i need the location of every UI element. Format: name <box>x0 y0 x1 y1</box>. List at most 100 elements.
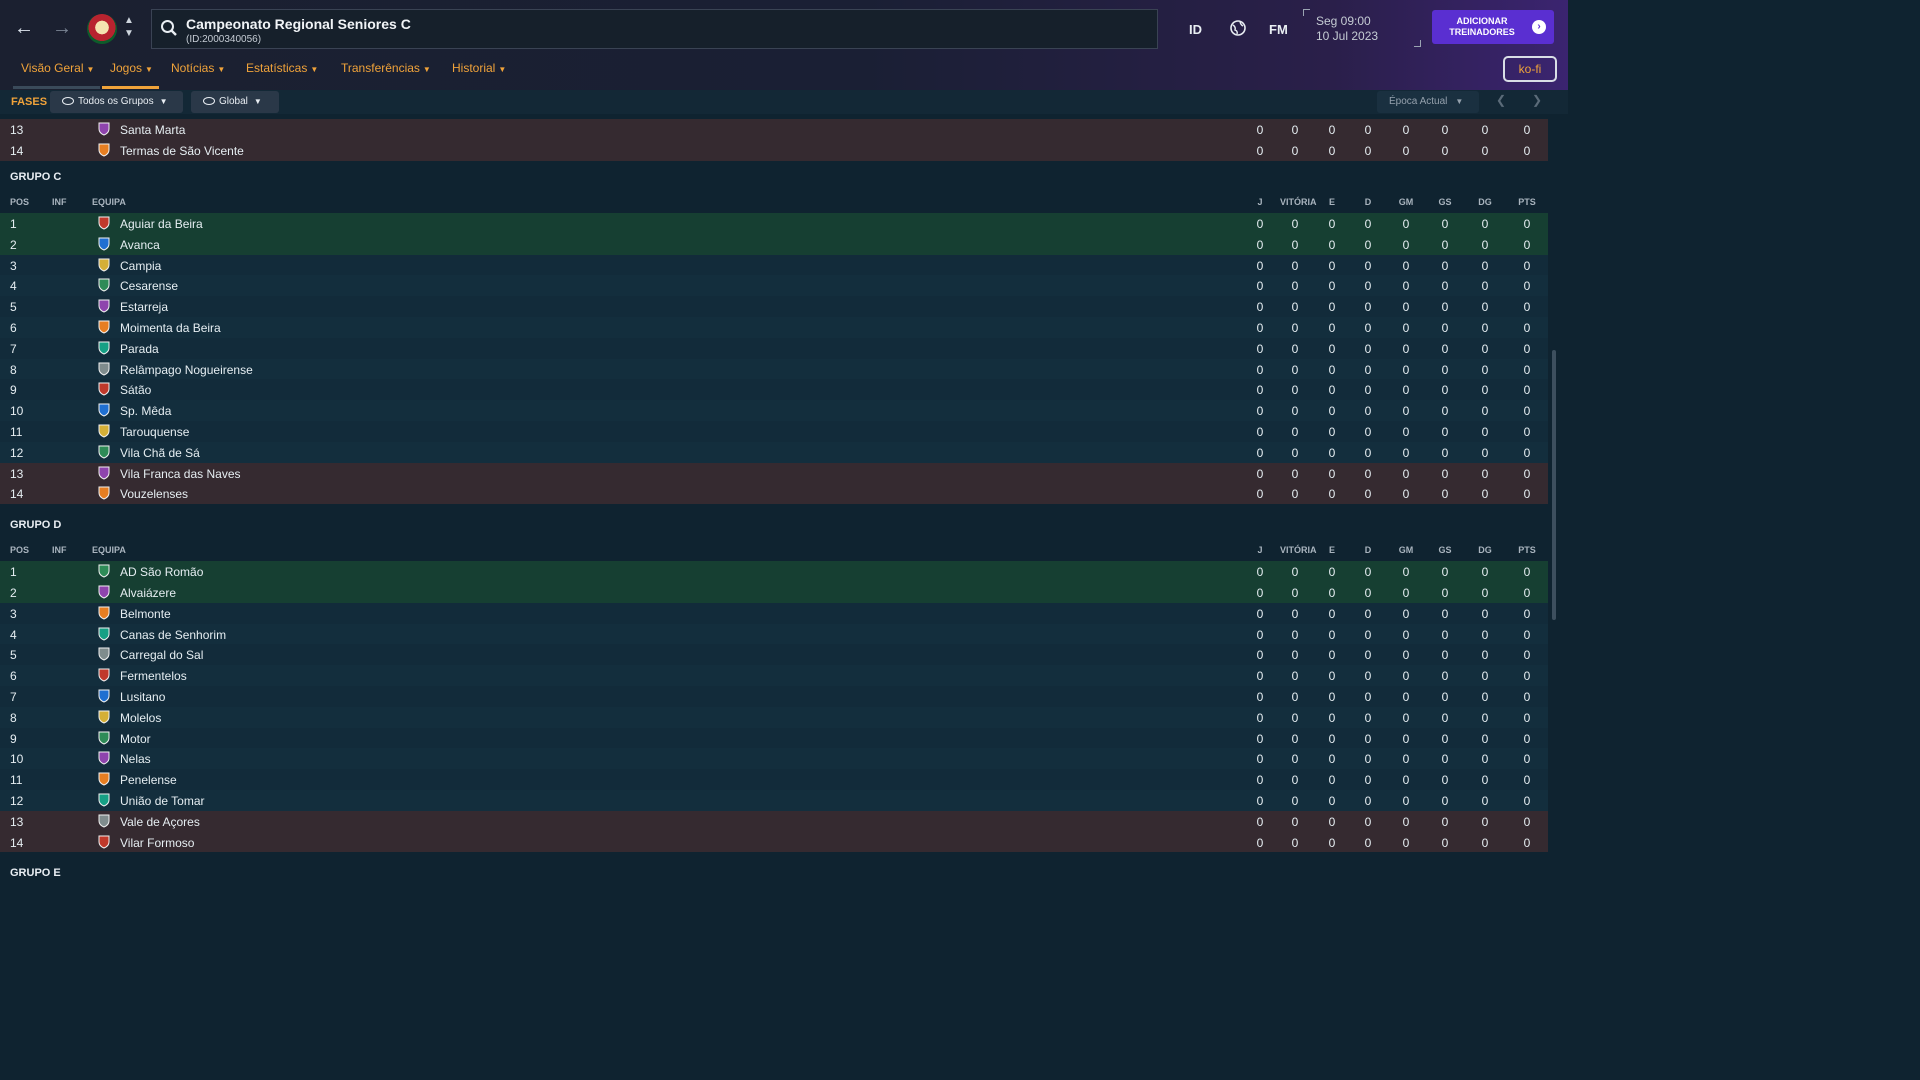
club-badge-icon[interactable] <box>97 606 111 620</box>
table-row[interactable]: 10 Nelas 0 0 0 0 0 0 0 0 <box>0 748 1548 770</box>
club-badge-icon[interactable] <box>97 772 111 786</box>
club-badge-icon[interactable] <box>97 486 111 500</box>
column-header[interactable]: J <box>1245 197 1275 207</box>
table-row[interactable]: 11 Tarouquense 0 0 0 0 0 0 0 0 <box>0 421 1548 442</box>
team-name[interactable]: Relâmpago Nogueirense <box>120 363 253 377</box>
column-header[interactable]: INF <box>52 545 67 555</box>
scope-filter-dropdown[interactable]: Global ▼ <box>191 91 279 113</box>
team-name[interactable]: Belmonte <box>120 607 171 621</box>
team-name[interactable]: Sp. Mêda <box>120 404 171 418</box>
club-badge-icon[interactable] <box>97 122 111 136</box>
table-row[interactable]: 14 Termas de São Vicente 0 0 0 0 0 0 0 0 <box>0 139 1548 161</box>
club-badge-icon[interactable] <box>97 445 111 459</box>
table-row[interactable]: 5 Carregal do Sal 0 0 0 0 0 0 0 0 <box>0 644 1548 666</box>
table-row[interactable]: 12 União de Tomar 0 0 0 0 0 0 0 0 <box>0 790 1548 811</box>
column-header[interactable]: EQUIPA <box>92 545 126 555</box>
column-header[interactable]: PTS <box>1512 197 1542 207</box>
team-name[interactable]: Canas de Senhorim <box>120 628 226 642</box>
club-badge-icon[interactable] <box>97 341 111 355</box>
table-row[interactable]: 4 Canas de Senhorim 0 0 0 0 0 0 0 0 <box>0 623 1548 645</box>
club-badge-icon[interactable] <box>97 627 111 641</box>
tab-news[interactable]: Notícias ▼ <box>171 61 225 83</box>
table-row[interactable]: 9 Motor 0 0 0 0 0 0 0 0 <box>0 727 1548 749</box>
table-row[interactable]: 13 Vale de Açores 0 0 0 0 0 0 0 0 <box>0 810 1548 832</box>
chevron-up-icon[interactable]: ▲ <box>122 14 136 27</box>
team-name[interactable]: União de Tomar <box>120 794 205 808</box>
column-header[interactable]: EQUIPA <box>92 197 126 207</box>
club-badge-icon[interactable] <box>97 143 111 157</box>
tab-matches[interactable]: Jogos ▼ <box>102 61 159 89</box>
world-globe-icon[interactable] <box>1229 19 1247 37</box>
column-header[interactable]: D <box>1353 197 1383 207</box>
standings-list[interactable]: 13 Santa Marta 0 0 0 0 0 0 0 0 14 Termas de São Vic… <box>0 118 1568 882</box>
table-row[interactable]: 3 Campia 0 0 0 0 0 0 0 0 <box>0 254 1548 276</box>
table-row[interactable]: 1 Aguiar da Beira 0 0 0 0 0 0 0 0 <box>0 213 1548 234</box>
table-row[interactable]: 8 Molelos 0 0 0 0 0 0 0 0 <box>0 706 1548 728</box>
team-name[interactable]: Vouzelenses <box>120 487 188 501</box>
chevron-down-icon[interactable]: ▼ <box>122 27 136 40</box>
table-row[interactable]: 12 Vila Chã de Sá 0 0 0 0 0 0 0 0 <box>0 441 1548 463</box>
club-badge-icon[interactable] <box>97 793 111 807</box>
table-row[interactable]: 7 Lusitano 0 0 0 0 0 0 0 0 <box>0 686 1548 707</box>
column-header[interactable]: VITÓRIA <box>1280 197 1317 207</box>
team-name[interactable]: Santa Marta <box>120 123 185 137</box>
table-row[interactable]: 14 Vilar Formoso 0 0 0 0 0 0 0 0 <box>0 831 1548 853</box>
column-header[interactable]: J <box>1245 545 1275 555</box>
club-badge-icon[interactable] <box>97 814 111 828</box>
team-name[interactable]: Molelos <box>120 711 161 725</box>
team-name[interactable]: Sátão <box>120 383 151 397</box>
team-name[interactable]: Vila Franca das Naves <box>120 467 241 481</box>
table-row[interactable]: 6 Fermentelos 0 0 0 0 0 0 0 0 <box>0 665 1548 686</box>
id-shortcut-button[interactable]: ID <box>1189 22 1202 37</box>
column-header[interactable]: E <box>1317 545 1347 555</box>
table-row[interactable]: 7 Parada 0 0 0 0 0 0 0 0 <box>0 337 1548 359</box>
forward-arrow-icon[interactable]: → <box>48 14 76 42</box>
column-header[interactable]: VITÓRIA <box>1280 545 1317 555</box>
team-name[interactable]: AD São Romão <box>120 565 203 579</box>
team-name[interactable]: Aguiar da Beira <box>120 217 203 231</box>
team-name[interactable]: Fermentelos <box>120 669 187 683</box>
club-badge-icon[interactable] <box>97 424 111 438</box>
team-name[interactable]: Alvaiázere <box>120 586 176 600</box>
tab-stats[interactable]: Estatísticas ▼ <box>246 61 318 83</box>
club-badge-icon[interactable] <box>97 710 111 724</box>
groups-filter-dropdown[interactable]: Todos os Grupos ▼ <box>50 91 183 113</box>
column-header[interactable]: D <box>1353 545 1383 555</box>
team-name[interactable]: Tarouquense <box>120 425 189 439</box>
team-name[interactable]: Vale de Açores <box>120 815 200 829</box>
tab-history[interactable]: Historial ▼ <box>452 61 506 83</box>
club-badge-icon[interactable] <box>97 668 111 682</box>
next-season-icon[interactable]: ❯ <box>1532 93 1542 107</box>
club-badge-icon[interactable] <box>97 258 111 272</box>
team-name[interactable]: Campia <box>120 259 161 273</box>
table-row[interactable]: 3 Belmonte 0 0 0 0 0 0 0 0 <box>0 602 1548 624</box>
club-badge-icon[interactable] <box>97 216 111 230</box>
team-name[interactable]: Penelense <box>120 773 177 787</box>
team-name[interactable]: Motor <box>120 732 151 746</box>
competition-switch-arrows[interactable]: ▲ ▼ <box>122 14 136 42</box>
column-header[interactable]: POS <box>10 197 29 207</box>
tab-overview[interactable]: Visão Geral ▼ <box>13 61 101 89</box>
back-arrow-icon[interactable]: ← <box>10 14 38 42</box>
team-name[interactable]: Nelas <box>120 752 151 766</box>
team-name[interactable]: Vila Chã de Sá <box>120 446 200 460</box>
kofi-button[interactable]: ko-fi <box>1503 56 1557 82</box>
team-name[interactable]: Avanca <box>120 238 160 252</box>
team-name[interactable]: Parada <box>120 342 159 356</box>
team-name[interactable]: Cesarense <box>120 279 178 293</box>
tab-transfers[interactable]: Transferências ▼ <box>341 61 431 83</box>
club-badge-icon[interactable] <box>97 403 111 417</box>
club-badge-icon[interactable] <box>97 278 111 292</box>
club-badge-icon[interactable] <box>97 585 111 599</box>
table-row[interactable]: 5 Estarreja 0 0 0 0 0 0 0 0 <box>0 296 1548 317</box>
team-name[interactable]: Moimenta da Beira <box>120 321 221 335</box>
column-header[interactable]: GS <box>1430 545 1460 555</box>
table-row[interactable]: 13 Santa Marta 0 0 0 0 0 0 0 0 <box>0 119 1548 140</box>
table-row[interactable]: 4 Cesarense 0 0 0 0 0 0 0 0 <box>0 275 1548 297</box>
club-badge-icon[interactable] <box>97 237 111 251</box>
club-badge-icon[interactable] <box>97 689 111 703</box>
scrollbar[interactable] <box>1552 118 1556 882</box>
club-badge-icon[interactable] <box>97 362 111 376</box>
club-badge-icon[interactable] <box>97 564 111 578</box>
table-row[interactable]: 1 AD São Romão 0 0 0 0 0 0 0 0 <box>0 561 1548 582</box>
